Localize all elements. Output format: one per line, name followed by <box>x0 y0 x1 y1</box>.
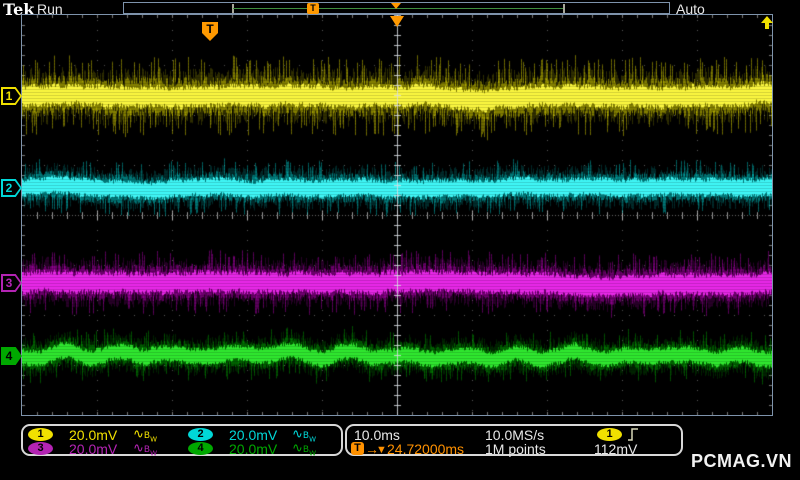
timebase-scale[interactable]: 10.0ms <box>354 428 400 442</box>
channel-2-badge[interactable]: 2 <box>188 428 213 441</box>
sample-rate: 10.0MS/s <box>485 427 545 443</box>
waveform-display <box>22 15 772 415</box>
trigger-source-badge[interactable]: 1 <box>597 428 622 441</box>
channel-1-badge[interactable]: 1 <box>28 428 53 441</box>
record-view-trigger-icon: T <box>307 3 319 14</box>
channel-2-scale[interactable]: 20.0mV <box>229 428 277 442</box>
record-length: 1M points <box>485 441 546 457</box>
channel-3-scale[interactable]: 20.0mV <box>69 442 117 456</box>
record-view-cursor-icon <box>391 3 401 9</box>
channel-1-position-badge[interactable]: 1 <box>1 87 22 105</box>
channel-4-position-badge[interactable]: 4 <box>1 347 22 365</box>
trigger-level-arrow-icon[interactable] <box>759 16 775 34</box>
channel-3-coupling-bw-icon: ∿BW <box>133 441 158 458</box>
watermark: PCMAG.VN <box>691 451 793 471</box>
channel-4-coupling-bw-icon: ∿BW <box>292 441 317 458</box>
record-view-right-bracket <box>563 4 565 13</box>
channel-4-badge[interactable]: 4 <box>188 442 213 455</box>
record-view-bar: T <box>123 2 670 14</box>
trigger-position-icon[interactable] <box>390 16 404 27</box>
trigger-position-value[interactable]: 24.72000ms <box>387 442 464 456</box>
trigger-level-value[interactable]: 112mV <box>594 442 637 456</box>
timebase-trigger-readout-box: 10.0ms 10.0MS/s 1 T → ▼ 24.72000ms 1M po… <box>345 424 683 456</box>
oscilloscope-screen: Tek Run T Auto T 1 2 3 4 1 20.0mV ∿BW 2 … <box>0 0 800 480</box>
trigger-position-badge-icon: T <box>351 442 364 455</box>
channel-3-badge[interactable]: 3 <box>28 442 53 455</box>
channel-2-position-badge[interactable]: 2 <box>1 179 22 197</box>
graticule <box>21 14 773 416</box>
cursor-down-icon: ▼ <box>376 444 387 456</box>
channel-readout-box: 1 20.0mV ∿BW 2 20.0mV ∿BW 3 20.0mV ∿BW 4… <box>21 424 343 458</box>
channel-3-position-badge[interactable]: 3 <box>1 274 22 292</box>
channel-4-scale[interactable]: 20.0mV <box>229 442 277 456</box>
channel-1-scale[interactable]: 20.0mV <box>69 428 117 442</box>
